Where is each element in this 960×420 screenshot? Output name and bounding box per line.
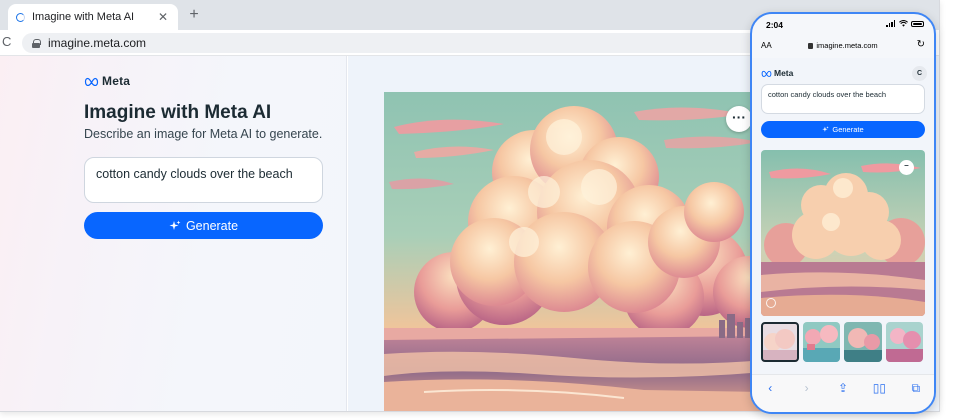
prompt-panel: Meta Imagine with Meta AI Describe an im… [0,56,347,411]
loading-spinner-icon [16,12,25,22]
generated-image[interactable]: ··· [384,92,764,411]
page-subtitle: Describe an image for Meta AI to generat… [84,127,323,141]
battery-icon [911,20,924,27]
new-tab-button[interactable]: + [184,5,204,25]
generate-button-label: Generate [185,218,239,233]
screenshot-stage: Imagine with Meta AI ✕ + C imagine.meta.… [0,0,960,420]
mobile-generate-button[interactable]: Generate [761,121,925,138]
mobile-url-bar[interactable]: AA imagine.meta.com ↻ [752,36,934,56]
address-bar[interactable]: imagine.meta.com [22,33,762,53]
prompt-input[interactable]: cotton candy clouds over the beach [84,157,323,203]
mobile-generate-label: Generate [832,125,864,134]
mobile-prompt-input[interactable]: cotton candy clouds over the beach [761,84,925,114]
thumbnail-4-image [885,322,923,362]
thumbnail-3-image [844,322,882,362]
meta-wordmark: Meta [102,74,131,88]
mobile-image-artwork [761,150,925,316]
meta-infinity-icon [84,77,99,86]
phone-status-bar: 2:04 [752,14,934,34]
forward-icon[interactable]: › [797,381,817,395]
generate-button[interactable]: Generate [84,212,323,239]
thumbnail-strip [761,322,927,362]
sparkle-icon [822,126,830,132]
tabs-icon[interactable]: ⧉ [906,381,926,396]
mobile-image-more-button[interactable]: – [899,160,914,175]
image-more-options-button[interactable]: ··· [726,106,752,132]
browser-tab-active[interactable]: Imagine with Meta AI ✕ [8,4,178,30]
thumbnail-1-image [761,322,799,362]
thumbnail-3[interactable] [844,322,882,362]
status-time: 2:04 [766,20,784,30]
lock-icon [808,43,814,49]
thumbnail-2[interactable] [802,322,840,362]
meta-logo[interactable]: Meta [84,74,130,88]
thumbnail-1[interactable] [761,322,799,362]
thumbnail-4[interactable] [885,322,923,362]
thumbnail-2-image [802,322,840,362]
generated-image-artwork [384,92,764,411]
page-title: Imagine with Meta AI [84,102,272,123]
tab-title: Imagine with Meta AI [32,11,135,23]
mobile-url: imagine.meta.com [752,41,934,50]
back-icon[interactable]: ‹ [760,381,780,395]
share-icon[interactable]: ⇪ [833,381,853,395]
mobile-meta-wordmark: Meta [774,68,794,78]
sparkle-icon [169,220,181,230]
mobile-generated-image[interactable] [761,150,925,316]
mobile-meta-logo[interactable]: Meta [761,68,793,78]
watermark-icon [766,298,776,308]
mobile-bottom-toolbar: ‹ › ⇪ ▯▯ ⧉ [752,374,934,412]
phone-mockup: 2:04 AA imagine.meta.com ↻ Meta C cotton… [750,12,936,414]
avatar[interactable]: C [912,66,927,81]
lock-icon [32,38,41,48]
meta-infinity-icon [761,70,772,77]
mobile-reload-icon[interactable]: ↻ [917,39,925,50]
wifi-icon [899,20,908,27]
status-icons [886,20,924,27]
signal-icon [886,20,896,27]
close-tab-icon[interactable]: ✕ [156,10,170,24]
url-text: imagine.meta.com [48,36,147,50]
mobile-page-content: Meta C cotton candy clouds over the beac… [752,58,934,374]
reload-icon[interactable]: C [2,34,11,49]
bookmarks-icon[interactable]: ▯▯ [869,381,889,395]
mobile-url-text: imagine.meta.com [816,41,878,50]
